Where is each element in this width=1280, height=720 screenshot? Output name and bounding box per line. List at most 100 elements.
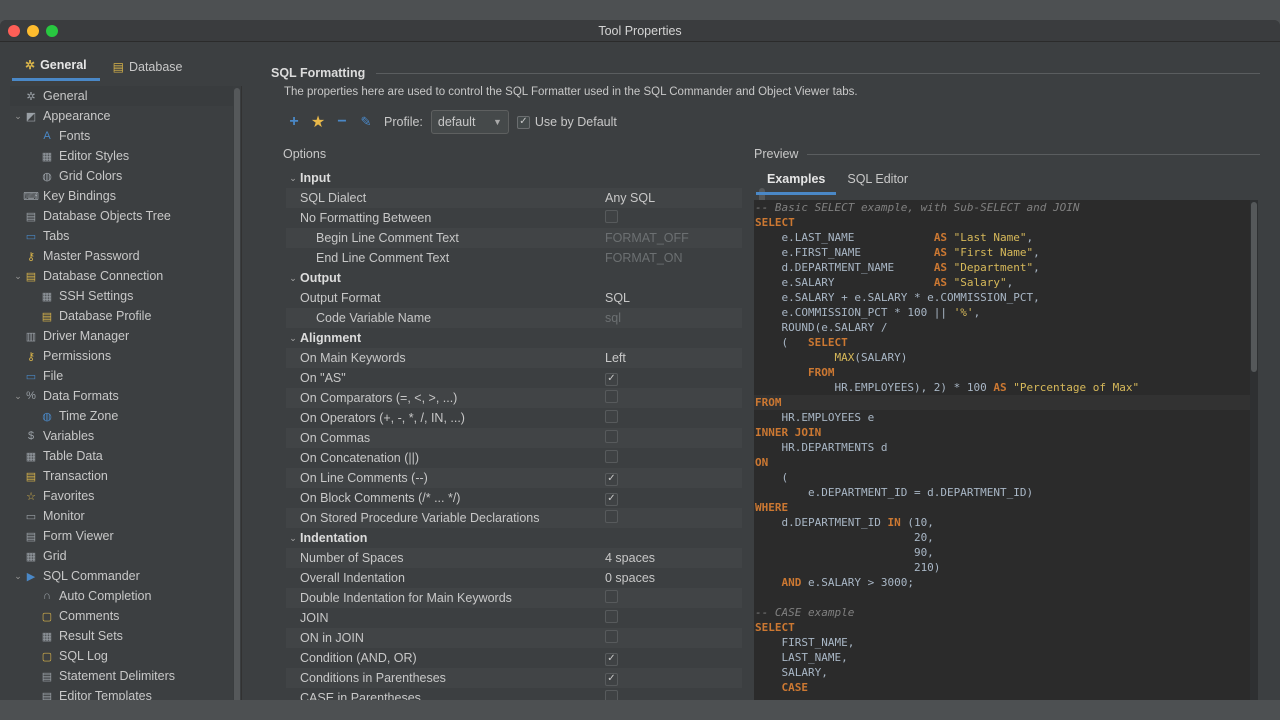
remove-profile-icon[interactable]: − [334,113,350,131]
sidebar-item-database-objects-tree[interactable]: ▤ Database Objects Tree [10,206,241,226]
sidebar-item-editor-styles[interactable]: ▦ Editor Styles [10,146,241,166]
sidebar-item-variables[interactable]: $ Variables [10,426,241,446]
use-by-default-check[interactable]: ✓ [516,115,530,129]
option-checkbox[interactable]: ✓ [605,372,618,386]
tree-scrollbar[interactable] [233,86,241,700]
sidebar-item-favorites[interactable]: ☆ Favorites [10,486,241,506]
option-checkbox[interactable] [605,510,618,523]
sidebar-item-driver-manager[interactable]: ▥ Driver Manager [10,326,241,346]
option-value[interactable]: Left [605,351,742,365]
sidebar-item-monitor[interactable]: ▭ Monitor [10,506,241,526]
option-row[interactable]: On Block Comments (/* ... */) ✓ [286,488,742,508]
option-checkbox[interactable] [605,690,618,700]
sidebar-item-ssh-settings[interactable]: ▦ SSH Settings [10,286,241,306]
sidebar-item-comments[interactable]: ▢ Comments [10,606,241,626]
option-row[interactable]: On Operators (+, -, *, /, IN, ...) [286,408,742,428]
edit-pencil-icon[interactable]: ✎ [358,114,374,130]
option-checkbox[interactable] [605,590,618,603]
option-value[interactable]: Any SQL [605,191,742,205]
sidebar-item-data-formats[interactable]: ⌄% Data Formats [10,386,241,406]
sidebar-item-grid[interactable]: ▦ Grid [10,546,241,566]
option-row[interactable]: On Concatenation (||) [286,448,742,468]
use-by-default-checkbox[interactable]: ✓ Use by Default [516,115,617,129]
tree-scroll-thumb[interactable] [234,88,240,700]
option-row[interactable]: End Line Comment Text FORMAT_ON [286,248,742,268]
chevron-down-icon[interactable]: ⌄ [286,173,300,184]
option-row[interactable]: On Comparators (=, <, >, ...) [286,388,742,408]
chevron-down-icon[interactable]: ⌄ [286,273,300,284]
sidebar-item-database-connection[interactable]: ⌄ ▤ Database Connection [10,266,241,286]
option-group-output[interactable]: ⌄ Output [286,268,742,288]
sidebar-item-database-profile[interactable]: ▤ Database Profile [10,306,241,326]
sidebar-item-appearance[interactable]: ⌄ ◩ Appearance [10,106,241,126]
option-row[interactable]: On Stored Procedure Variable Declaration… [286,508,742,528]
tab-examples[interactable]: Examples [756,166,837,195]
option-row[interactable]: JOIN [286,608,742,628]
option-group-indentation[interactable]: ⌄ Indentation [286,528,742,548]
option-row[interactable]: CASE in Parentheses [286,688,742,700]
option-row[interactable]: On Line Comments (--) ✓ [286,468,742,488]
option-row[interactable]: Begin Line Comment Text FORMAT_OFF [286,228,742,248]
option-row[interactable]: No Formatting Between [286,208,742,228]
option-value[interactable]: 0 spaces [605,571,742,585]
code-scroll-thumb[interactable] [1251,202,1257,372]
option-row[interactable]: Number of Spaces 4 spaces [286,548,742,568]
option-value[interactable]: SQL [605,291,742,305]
zoom-window-button[interactable] [46,25,58,37]
sidebar-item-sql-log[interactable]: ▢ SQL Log [10,646,241,666]
option-row[interactable]: Conditions in Parentheses ✓ [286,668,742,688]
option-checkbox[interactable] [605,410,618,423]
option-row[interactable]: On Main Keywords Left [286,348,742,368]
option-group-alignment[interactable]: ⌄ Alignment [286,328,742,348]
tab-database[interactable]: ▤ Database [100,58,196,81]
option-checkbox[interactable] [605,390,618,403]
close-window-button[interactable] [8,25,20,37]
chevron-down-icon[interactable]: ⌄ [12,571,24,582]
tab-sql-editor[interactable]: SQL Editor [836,166,919,195]
option-value[interactable]: 4 spaces [605,551,742,565]
option-row[interactable]: Code Variable Name sql [286,308,742,328]
option-row[interactable]: On Commas [286,428,742,448]
option-row[interactable]: On "AS" ✓ [286,368,742,388]
chevron-down-icon[interactable]: ⌄ [286,533,300,544]
sidebar-item-tabs[interactable]: ▭ Tabs [10,226,241,246]
sidebar-item-table-data[interactable]: ▦ Table Data [10,446,241,466]
sidebar-item-general[interactable]: ✲ General [10,86,241,106]
option-checkbox[interactable]: ✓ [605,652,618,666]
profile-select[interactable]: default ▼ [430,110,509,134]
option-checkbox[interactable]: ✓ [605,672,618,686]
chevron-down-icon[interactable]: ⌄ [286,333,300,344]
sidebar-item-result-sets[interactable]: ▦ Result Sets [10,626,241,646]
star-icon[interactable]: ★ [310,112,326,132]
title-bar[interactable]: Tool Properties [0,20,1280,42]
sidebar-item-key-bindings[interactable]: ⌨ Key Bindings [10,186,241,206]
sidebar-item-grid-colors[interactable]: ◍ Grid Colors [10,166,241,186]
sidebar-item-transaction[interactable]: ▤ Transaction [10,466,241,486]
sql-preview-code[interactable]: -- Basic SELECT example, with Sub-SELECT… [754,200,1258,700]
sidebar-item-permissions[interactable]: ⚷ Permissions [10,346,241,366]
option-checkbox[interactable] [605,630,618,643]
option-checkbox[interactable] [605,210,618,223]
add-profile-icon[interactable]: + [286,113,302,131]
chevron-down-icon[interactable]: ⌄ [12,111,24,122]
sidebar-item-form-viewer[interactable]: ▤ Form Viewer [10,526,241,546]
option-checkbox[interactable] [605,430,618,443]
option-row[interactable]: Condition (AND, OR) ✓ [286,648,742,668]
option-value[interactable]: FORMAT_ON [605,251,742,265]
tab-general[interactable]: ✲ General [12,58,100,81]
code-scrollbar[interactable] [1250,200,1258,700]
option-row[interactable]: SQL Dialect Any SQL [286,188,742,208]
sidebar-item-sql-commander[interactable]: ⌄ ▶ SQL Commander [10,566,241,586]
sidebar-item-statement-delimiters[interactable]: ▤ Statement Delimiters [10,666,241,686]
sidebar-item-time-zone[interactable]: ◍ Time Zone [10,406,241,426]
sidebar-item-file[interactable]: ▭ File [10,366,241,386]
sidebar-item-editor-templates[interactable]: ▤ Editor Templates [10,686,241,700]
option-row[interactable]: Double Indentation for Main Keywords [286,588,742,608]
chevron-down-icon[interactable]: ⌄ [12,271,24,282]
chevron-down-icon[interactable]: ⌄ [12,391,24,402]
option-row[interactable]: Overall Indentation 0 spaces [286,568,742,588]
option-row[interactable]: ON in JOIN [286,628,742,648]
option-value[interactable]: FORMAT_OFF [605,231,742,245]
option-checkbox[interactable]: ✓ [605,492,618,506]
option-row[interactable]: Output Format SQL [286,288,742,308]
